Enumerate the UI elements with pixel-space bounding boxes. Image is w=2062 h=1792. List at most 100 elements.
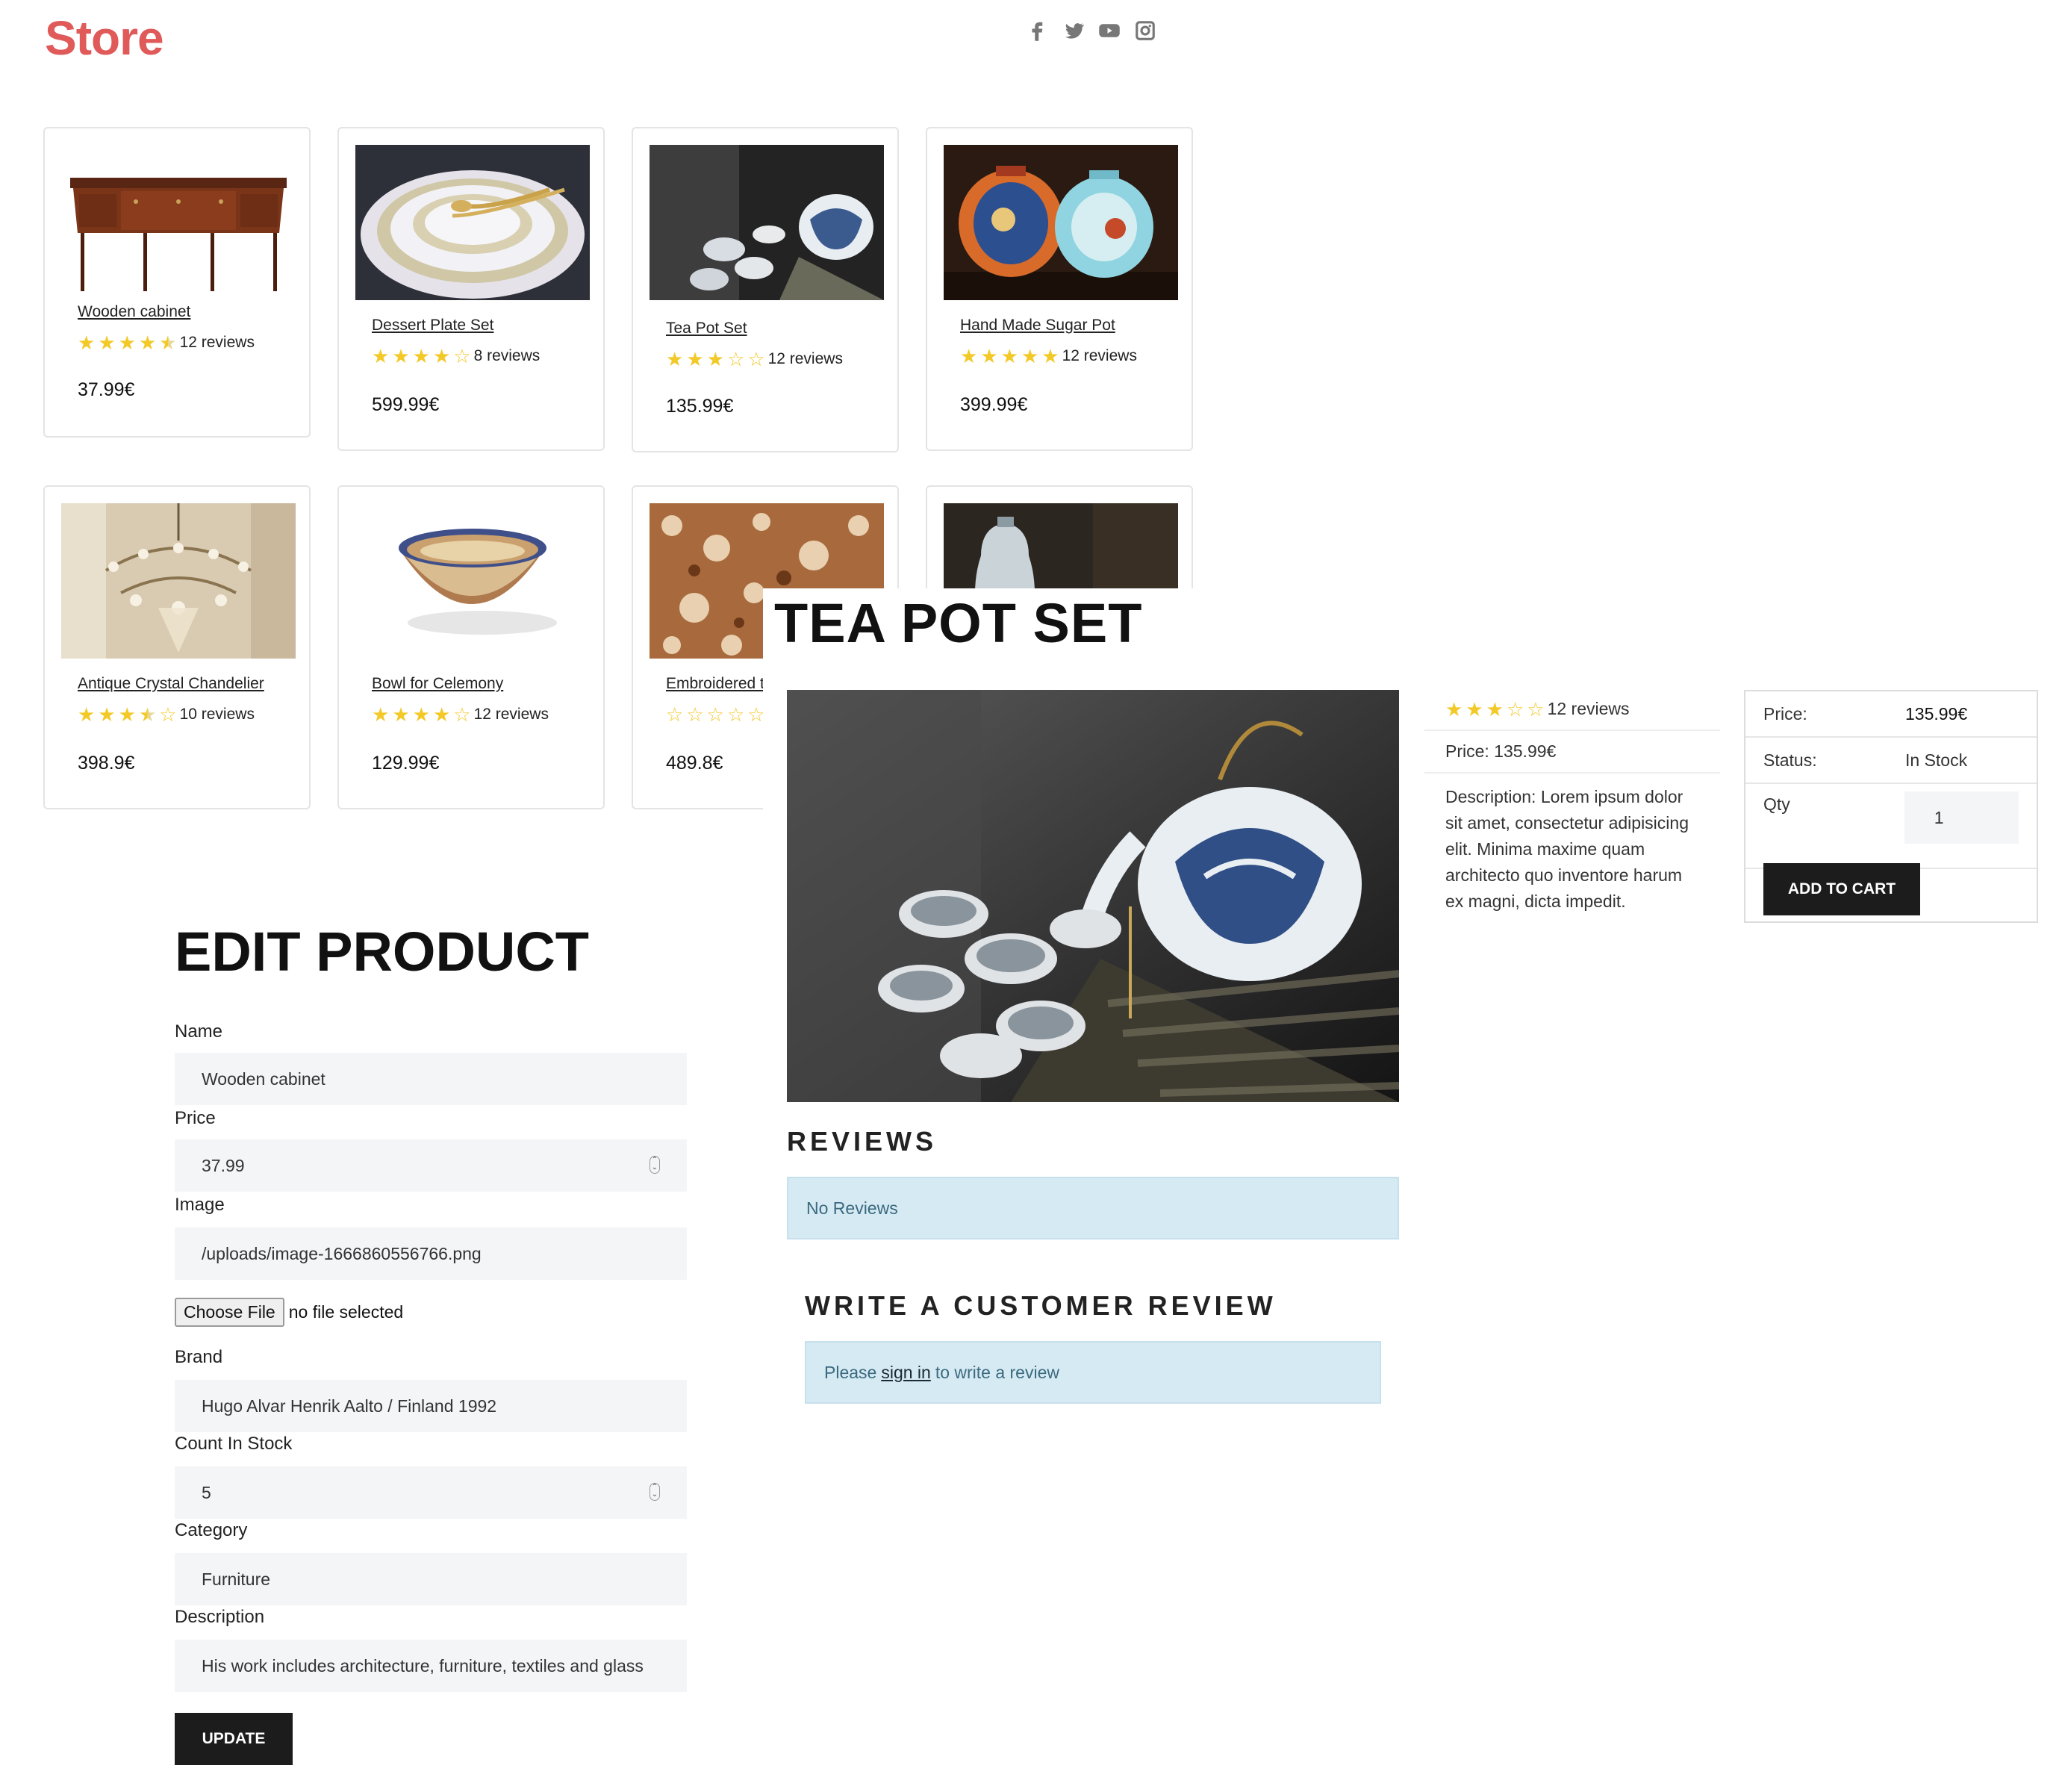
star-full-icon: ★: [118, 703, 136, 726]
product-image-wooden-cabinet[interactable]: [61, 145, 296, 300]
brand-label: Brand: [175, 1347, 223, 1367]
brand-input[interactable]: Hugo Alvar Henrik Aalto / Finland 1992: [175, 1380, 687, 1432]
product-price: 399.99€: [960, 394, 1028, 415]
buy-status-value: In Stock: [1905, 750, 1968, 770]
instagram-icon[interactable]: [1134, 19, 1156, 42]
star-full-icon: ★: [98, 703, 116, 726]
product-name[interactable]: Hand Made Sugar Pot: [960, 317, 1115, 335]
sign-in-link[interactable]: sign in: [881, 1363, 930, 1383]
product-name[interactable]: Dessert Plate Set: [372, 317, 493, 335]
description-input[interactable]: His work includes architecture, furnitur…: [175, 1640, 687, 1692]
product-image-dessert-plate-set[interactable]: [355, 145, 590, 300]
product-name[interactable]: Antique Crystal Chandelier: [78, 675, 264, 693]
product-rating: ★ ★ ★ ★ ★ 12 reviews: [960, 346, 1137, 366]
product-name[interactable]: Wooden cabinet: [78, 303, 190, 321]
star-full-icon: ★: [1041, 345, 1059, 367]
choose-file-button[interactable]: Choose File: [175, 1298, 284, 1327]
star-empty-icon: ☆: [726, 348, 745, 370]
star-full-icon: ★: [78, 332, 96, 354]
star-full-icon: ★: [666, 348, 684, 370]
product-image-antique-crystal-chandelier[interactable]: [61, 503, 296, 659]
count-input[interactable]: 5 ⌃ ⌄: [175, 1466, 687, 1519]
product-price: 599.99€: [372, 394, 440, 415]
star-empty-icon: ☆: [706, 703, 724, 726]
name-label: Name: [175, 1021, 223, 1042]
price-input[interactable]: 37.99 ⌃ ⌄: [175, 1139, 687, 1192]
product-card[interactable]: Hand Made Sugar Pot ★ ★ ★ ★ ★ 12 reviews…: [926, 127, 1193, 451]
add-to-cart-button[interactable]: ADD TO CART: [1763, 863, 1920, 915]
buy-status-label: Status:: [1763, 750, 1817, 770]
star-empty-icon: ☆: [1506, 697, 1524, 721]
product-image-tea-pot-set[interactable]: [650, 145, 884, 300]
product-card[interactable]: Wooden cabinet ★ ★ ★ ★ ★ 12 reviews 37.9…: [43, 127, 311, 438]
no-file-text: no file selected: [288, 1302, 404, 1322]
product-price: 489.8€: [666, 753, 723, 774]
reviews-heading: REVIEWS: [787, 1126, 938, 1157]
detail-review-count: 12 reviews: [1547, 699, 1630, 718]
edit-product-title: EDIT PRODUCT: [175, 921, 589, 983]
write-review-heading: WRITE A CUSTOMER REVIEW: [805, 1290, 1277, 1321]
product-image-hand-made-sugar-pot[interactable]: [944, 145, 1178, 300]
product-card[interactable]: Tea Pot Set ★ ★ ★ ☆ ☆ 12 reviews 135.99€: [632, 127, 899, 452]
description-label: Description: [175, 1607, 265, 1627]
qty-select[interactable]: 1: [1904, 791, 2019, 844]
product-name[interactable]: Bowl for Celemony: [372, 675, 503, 693]
product-name[interactable]: Tea Pot Set: [666, 320, 747, 337]
qty-label: Qty: [1763, 794, 1790, 814]
star-full-icon: ★: [980, 345, 998, 367]
product-detail-image: [787, 690, 1399, 1102]
star-full-icon: ★: [1021, 345, 1039, 367]
twitter-icon[interactable]: [1062, 19, 1085, 42]
review-count: 8 reviews: [473, 347, 541, 364]
youtube-icon[interactable]: [1098, 19, 1121, 42]
category-input[interactable]: Furniture: [175, 1553, 687, 1605]
review-count: 12 reviews: [1062, 347, 1137, 364]
star-full-icon: ★: [686, 348, 704, 370]
buy-box: Price: 135.99€ Status: In Stock Qty 1 AD…: [1744, 690, 2038, 923]
count-label: Count In Stock: [175, 1434, 293, 1454]
no-reviews-alert: No Reviews: [787, 1177, 1399, 1239]
star-full-icon: ★: [392, 345, 410, 367]
star-empty-icon: ☆: [159, 703, 177, 726]
product-rating: ★ ★ ★ ☆ ☆ 12 reviews: [666, 349, 843, 369]
image-input[interactable]: /uploads/image-1666860556766.png: [175, 1228, 687, 1280]
star-full-icon: ★: [392, 703, 410, 726]
product-image-bowl-for-celemony[interactable]: [355, 503, 590, 659]
star-half-icon: ★: [138, 703, 157, 726]
category-label: Category: [175, 1520, 248, 1540]
star-full-icon: ★: [1486, 697, 1504, 721]
price-stepper-icon[interactable]: ⌃ ⌄: [650, 1156, 660, 1174]
review-count: 12 reviews: [179, 334, 255, 351]
update-button[interactable]: UPDATE: [175, 1713, 293, 1765]
star-empty-icon: ☆: [686, 703, 704, 726]
product-card[interactable]: Antique Crystal Chandelier ★ ★ ★ ★ ☆ 10 …: [43, 485, 311, 809]
facebook-icon[interactable]: [1027, 19, 1049, 42]
star-full-icon: ★: [78, 703, 96, 726]
star-full-icon: ★: [432, 345, 451, 367]
star-full-icon: ★: [372, 703, 390, 726]
product-price: 37.99€: [78, 379, 135, 400]
buy-qty-row: Qty 1: [1745, 784, 2037, 869]
star-empty-icon: ☆: [747, 348, 765, 370]
star-full-icon: ★: [138, 332, 157, 354]
detail-rating: ★ ★ ★ ☆ ☆ 12 reviews: [1424, 688, 1720, 731]
star-full-icon: ★: [1000, 345, 1018, 367]
detail-description: Description: Lorem ipsum dolor sit amet,…: [1445, 787, 1689, 911]
product-card[interactable]: Dessert Plate Set ★ ★ ★ ★ ☆ 8 reviews 59…: [337, 127, 605, 451]
name-input[interactable]: Wooden cabinet: [175, 1053, 687, 1105]
signin-alert: Please sign in to write a review: [805, 1341, 1381, 1404]
buy-price-label: Price:: [1763, 703, 1807, 724]
count-stepper-icon[interactable]: ⌃ ⌄: [650, 1483, 660, 1501]
star-half-icon: ★: [159, 332, 177, 354]
store-logo[interactable]: Store: [45, 10, 164, 66]
product-card[interactable]: Bowl for Celemony ★ ★ ★ ★ ☆ 12 reviews 1…: [337, 485, 605, 809]
product-rating: ★ ★ ★ ★ ☆ 8 reviews: [372, 346, 540, 366]
star-full-icon: ★: [706, 348, 724, 370]
social-links: [1027, 19, 1156, 42]
star-empty-icon: ☆: [453, 703, 471, 726]
product-rating: ★ ★ ★ ★ ☆ 10 reviews: [78, 705, 255, 724]
star-full-icon: ★: [412, 703, 430, 726]
file-picker: Choose File no file selected: [175, 1298, 403, 1327]
product-name[interactable]: Embroidered ta: [666, 675, 773, 693]
star-full-icon: ★: [1445, 697, 1463, 721]
